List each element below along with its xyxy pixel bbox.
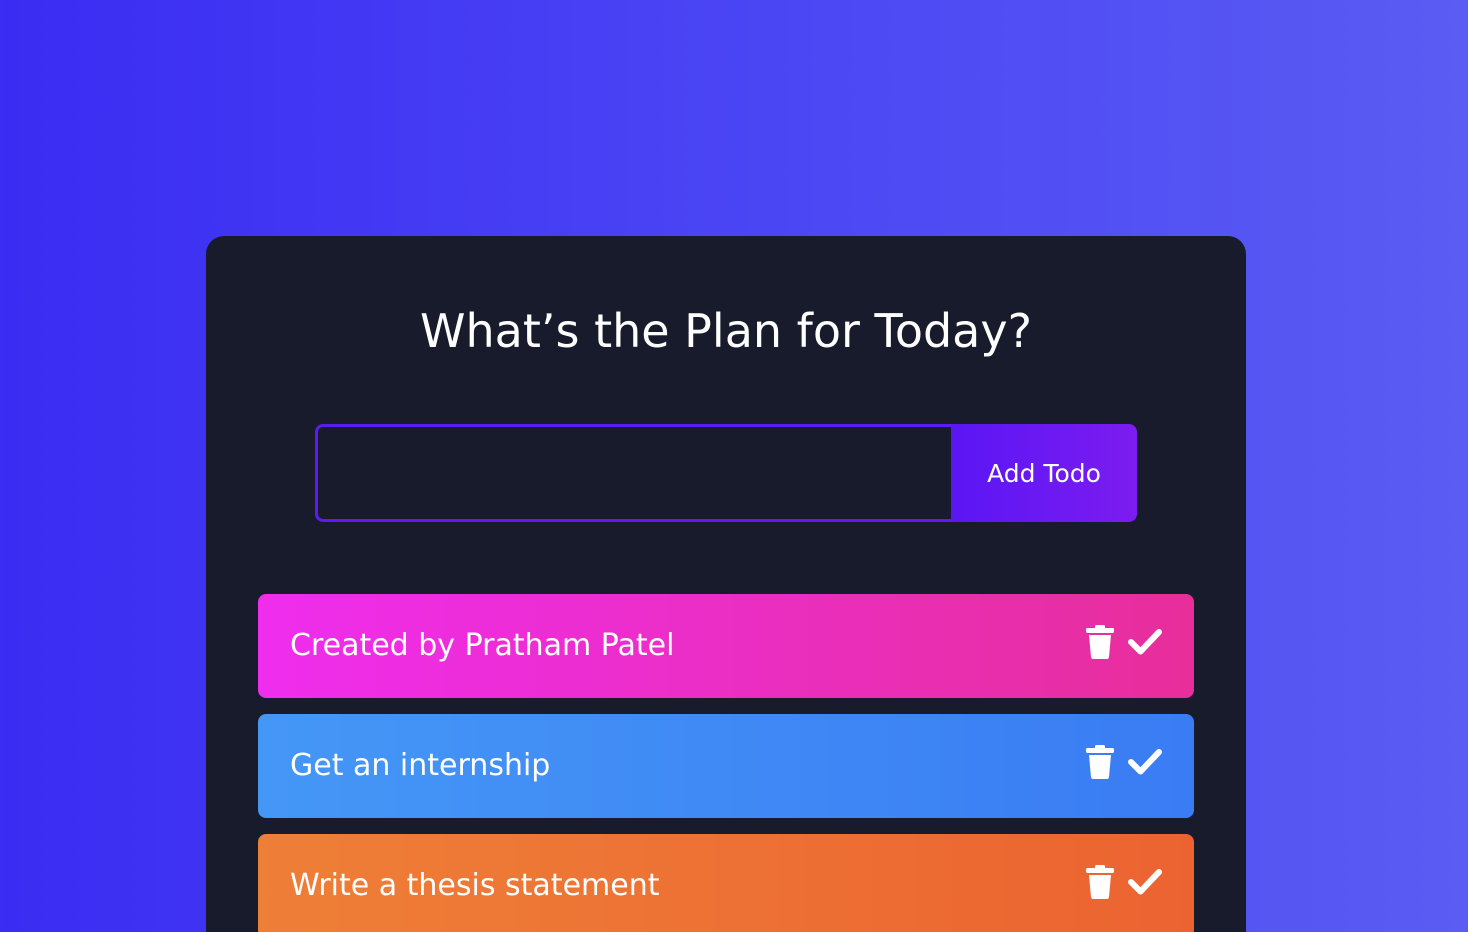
todo-actions <box>1086 625 1162 659</box>
todo-item: Get an internship <box>258 714 1194 818</box>
trash-icon[interactable] <box>1086 865 1114 899</box>
todo-actions <box>1086 745 1162 779</box>
todo-item-text[interactable]: Get an internship <box>290 746 550 786</box>
check-icon[interactable] <box>1128 868 1162 896</box>
check-icon[interactable] <box>1128 628 1162 656</box>
trash-icon[interactable] <box>1086 745 1114 779</box>
todo-actions <box>1086 865 1162 899</box>
todo-input[interactable] <box>315 424 951 522</box>
todo-item: Created by Pratham Patel <box>258 594 1194 698</box>
todo-item-text[interactable]: Created by Pratham Patel <box>290 626 674 666</box>
todo-item: Write a thesis statement <box>258 834 1194 932</box>
check-icon[interactable] <box>1128 748 1162 776</box>
todo-list: Created by Pratham Patel Get an internsh… <box>258 594 1194 932</box>
todo-item-text[interactable]: Write a thesis statement <box>290 866 659 906</box>
todo-form: Add Todo <box>315 424 1137 522</box>
add-todo-button[interactable]: Add Todo <box>951 424 1137 522</box>
page-title: What’s the Plan for Today? <box>420 304 1032 358</box>
trash-icon[interactable] <box>1086 625 1114 659</box>
